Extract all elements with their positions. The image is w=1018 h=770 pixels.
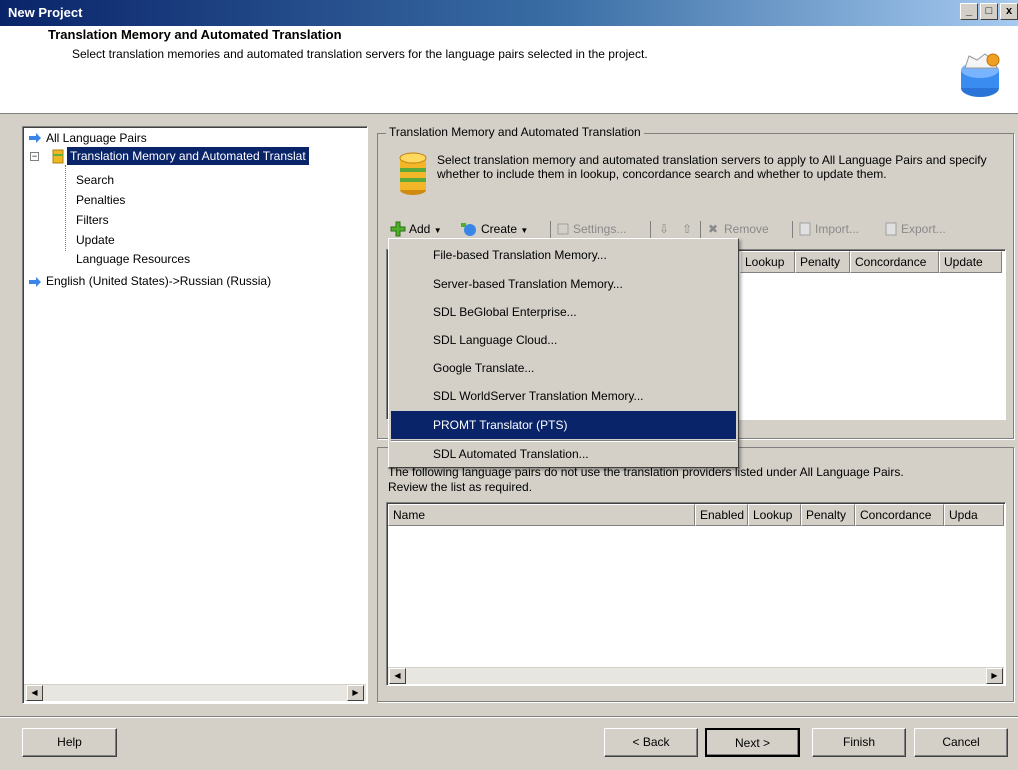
export-button[interactable]: Export... xyxy=(901,219,946,239)
tree-item-filters[interactable]: Filters xyxy=(76,211,109,229)
window-titlebar: New Project xyxy=(0,0,1018,26)
create-button-label: Create xyxy=(481,222,518,236)
add-button-label: Add xyxy=(409,222,431,236)
add-plus-icon xyxy=(390,221,406,237)
menu-item-google-translate[interactable]: Google Translate... xyxy=(391,354,736,382)
import-button[interactable]: Import... xyxy=(815,219,859,239)
back-button[interactable]: < Back xyxy=(604,728,698,757)
language-pairs-list-header: Name Enabled Lookup Penalty Concordance … xyxy=(388,504,1004,526)
column-update[interactable]: Upda xyxy=(944,504,1004,526)
tree-item-update[interactable]: Update xyxy=(76,231,115,249)
column-name[interactable]: Name xyxy=(388,504,695,526)
scroll-left-button[interactable]: ◀ xyxy=(26,685,43,701)
footer-divider xyxy=(0,716,1018,718)
chevron-down-icon: ▼ xyxy=(520,226,529,235)
tm-list-header: Lookup Penalty Concordance Update xyxy=(740,251,1002,273)
menu-item-sdl-beglobal[interactable]: SDL BeGlobal Enterprise... xyxy=(391,298,736,326)
column-concordance[interactable]: Concordance xyxy=(855,504,944,526)
create-button[interactable]: Create ▼ xyxy=(481,219,528,239)
collapse-icon[interactable]: − xyxy=(30,152,39,161)
tree-horizontal-scrollbar[interactable] xyxy=(24,684,366,701)
menu-item-file-based-tm[interactable]: File-based Translation Memory... xyxy=(391,241,736,269)
column-concordance[interactable]: Concordance xyxy=(850,251,939,273)
scroll-right-button[interactable]: ▶ xyxy=(986,668,1003,684)
settings-icon xyxy=(557,223,569,235)
help-button[interactable]: Help xyxy=(22,728,117,757)
menu-item-sdl-language-cloud[interactable]: SDL Language Cloud... xyxy=(391,326,736,354)
remove-icon: ✖ xyxy=(708,222,719,236)
tree-item-translation-memory[interactable]: Translation Memory and Automated Transla… xyxy=(67,147,309,165)
finish-button[interactable]: Finish xyxy=(812,728,906,757)
toolbar-separator xyxy=(792,221,793,238)
move-up-button[interactable]: ⇧ xyxy=(682,219,692,239)
column-lookup[interactable]: Lookup xyxy=(748,504,801,526)
add-button[interactable]: Add ▼ xyxy=(409,219,442,239)
arrow-right-icon xyxy=(29,277,41,287)
tree-item-english-russian[interactable]: English (United States)->Russian (Russia… xyxy=(46,272,271,290)
menu-item-sdl-automated-translation[interactable]: SDL Automated Translation... xyxy=(391,440,736,468)
language-pairs-tree[interactable] xyxy=(22,126,368,704)
column-enabled[interactable]: Enabled xyxy=(695,504,748,526)
page-subtitle: Select translation memories and automate… xyxy=(72,47,648,61)
cancel-button[interactable]: Cancel xyxy=(914,728,1008,757)
column-penalty[interactable]: Penalty xyxy=(795,251,850,273)
column-lookup[interactable]: Lookup xyxy=(740,251,795,273)
column-update[interactable]: Update xyxy=(939,251,1002,273)
tree-item-search[interactable]: Search xyxy=(76,171,114,189)
export-icon xyxy=(885,222,897,236)
chevron-down-icon: ▼ xyxy=(433,226,442,235)
tm-description: Select translation memory and automated … xyxy=(437,153,987,181)
next-button[interactable]: Next > xyxy=(705,728,800,757)
database-globe-icon xyxy=(961,53,1000,97)
import-icon xyxy=(799,222,811,236)
page-title: Translation Memory and Automated Transla… xyxy=(48,27,342,42)
pairs-horizontal-scrollbar[interactable] xyxy=(388,667,1004,684)
move-down-button[interactable]: ⇩ xyxy=(659,219,669,239)
tm-database-icon xyxy=(52,149,64,164)
column-penalty[interactable]: Penalty xyxy=(801,504,855,526)
menu-item-sdl-worldserver[interactable]: SDL WorldServer Translation Memory... xyxy=(391,382,736,410)
toolbar-separator xyxy=(700,221,701,238)
tree-item-language-resources[interactable]: Language Resources xyxy=(76,250,190,268)
tree-line xyxy=(65,165,66,251)
window-title: New Project xyxy=(8,5,83,20)
tm-database-large-icon xyxy=(399,152,427,195)
tree-item-all-language-pairs[interactable]: All Language Pairs xyxy=(46,129,147,147)
minimize-button[interactable]: _ xyxy=(960,3,978,20)
add-dropdown-menu: File-based Translation Memory... Server-… xyxy=(388,238,739,468)
scroll-right-button[interactable]: ▶ xyxy=(347,685,364,701)
menu-item-promt-translator[interactable]: PROMT Translator (PTS) xyxy=(391,411,736,439)
settings-button[interactable]: Settings... xyxy=(573,219,626,239)
window-controls: _ □ x xyxy=(960,3,1018,20)
toolbar-separator xyxy=(550,221,551,238)
language-pairs-list[interactable] xyxy=(386,502,1006,686)
tm-groupbox-label: Translation Memory and Automated Transla… xyxy=(386,125,644,139)
menu-item-server-based-tm[interactable]: Server-based Translation Memory... xyxy=(391,270,736,298)
create-icon xyxy=(461,223,476,236)
scroll-left-button[interactable]: ◀ xyxy=(389,668,406,684)
arrow-up-icon: ⇧ xyxy=(682,222,693,236)
tree-item-penalties[interactable]: Penalties xyxy=(76,191,125,209)
close-button[interactable]: x xyxy=(1000,3,1018,20)
language-pairs-text-line2: Review the list as required. xyxy=(388,480,533,494)
arrow-right-icon xyxy=(29,133,41,143)
maximize-button[interactable]: □ xyxy=(980,3,998,20)
remove-button[interactable]: Remove xyxy=(724,219,769,239)
toolbar-separator xyxy=(650,221,651,238)
arrow-down-icon: ⇩ xyxy=(659,222,670,236)
